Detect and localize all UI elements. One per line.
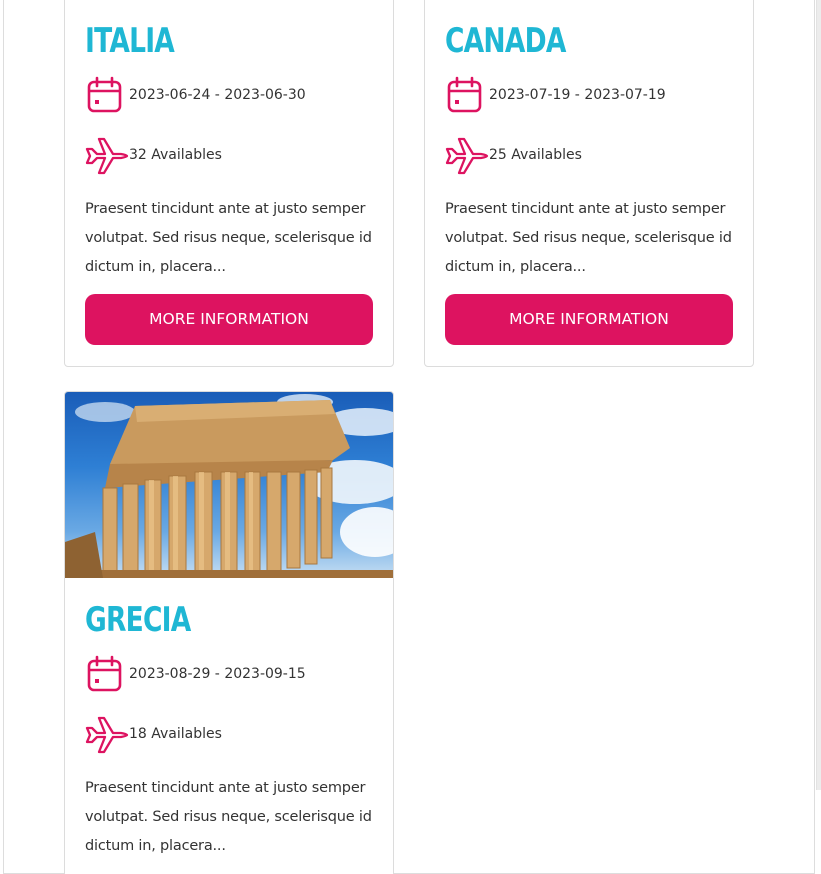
calendar-icon (445, 75, 489, 115)
trip-card-italia: Italia 2023-06-24 - 2023-06-30 32 Availa… (64, 0, 394, 367)
more-information-button[interactable]: MORE INFORMATION (85, 294, 373, 345)
availability: 25 Availables (445, 135, 733, 175)
date-range-text: 2023-06-24 - 2023-06-30 (129, 87, 306, 103)
calendar-icon (85, 654, 129, 694)
trip-card-grecia: Grecia 2023-08-29 - 2023-09-15 18 Availa… (64, 391, 394, 874)
card-title: Grecia (85, 600, 191, 640)
trip-card-canada: Canada 2023-07-19 - 2023-07-19 25 Availa… (424, 0, 754, 367)
card-description: Praesent tincidunt ante at justo semper … (85, 201, 372, 275)
date-range-text: 2023-08-29 - 2023-09-15 (129, 666, 306, 682)
availability: 18 Availables (85, 714, 373, 754)
scrollbar-thumb[interactable] (816, 0, 821, 790)
card-title: Italia (85, 21, 175, 61)
card-description: Praesent tincidunt ante at justo semper … (445, 201, 732, 275)
date-range: 2023-06-24 - 2023-06-30 (85, 75, 373, 115)
scrollbar[interactable] (815, 0, 821, 874)
airplane-icon (85, 135, 129, 175)
date-range: 2023-07-19 - 2023-07-19 (445, 75, 733, 115)
airplane-icon (445, 135, 489, 175)
availability-text: 25 Availables (489, 147, 582, 163)
date-range: 2023-08-29 - 2023-09-15 (85, 654, 373, 694)
calendar-icon (85, 75, 129, 115)
airplane-icon (85, 714, 129, 754)
card-description: Praesent tincidunt ante at justo semper … (85, 780, 372, 854)
parthenon-photo (65, 392, 393, 578)
more-information-button[interactable]: MORE INFORMATION (445, 294, 733, 345)
availability-text: 32 Availables (129, 147, 222, 163)
availability-text: 18 Availables (129, 726, 222, 742)
date-range-text: 2023-07-19 - 2023-07-19 (489, 87, 666, 103)
availability: 32 Availables (85, 135, 373, 175)
card-title: Canada (445, 21, 566, 61)
